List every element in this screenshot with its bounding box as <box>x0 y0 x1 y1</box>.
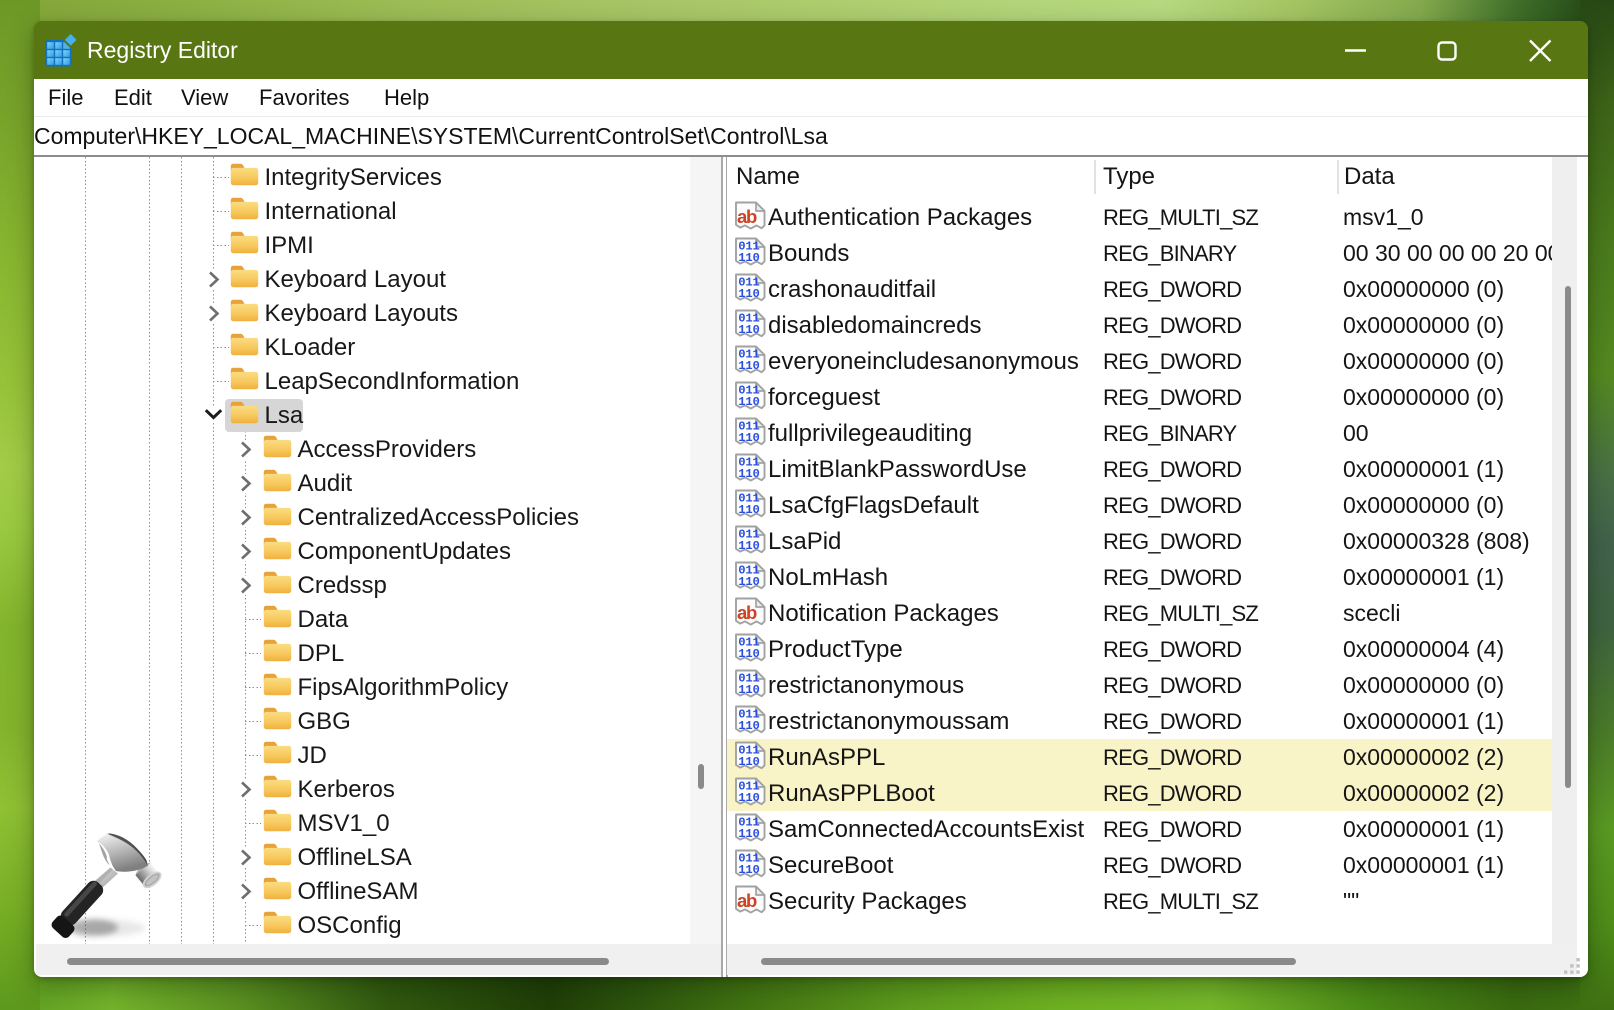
svg-text:110: 110 <box>738 323 759 337</box>
svg-text:ab: ab <box>737 890 757 911</box>
svg-text:110: 110 <box>738 539 759 553</box>
svg-text:110: 110 <box>738 287 759 301</box>
svg-text:110: 110 <box>738 359 759 373</box>
svg-text:110: 110 <box>738 575 759 589</box>
svg-text:110: 110 <box>738 251 759 265</box>
svg-text:110: 110 <box>738 395 759 409</box>
svg-text:110: 110 <box>738 791 759 805</box>
svg-text:110: 110 <box>738 863 759 877</box>
svg-text:110: 110 <box>738 755 759 769</box>
svg-text:110: 110 <box>738 431 759 445</box>
svg-text:110: 110 <box>738 719 759 733</box>
svg-text:ab: ab <box>737 602 757 623</box>
svg-text:110: 110 <box>738 683 759 697</box>
svg-text:110: 110 <box>738 647 759 661</box>
svg-text:110: 110 <box>738 827 759 841</box>
svg-text:ab: ab <box>737 206 757 227</box>
svg-text:110: 110 <box>738 503 759 517</box>
svg-text:110: 110 <box>738 467 759 481</box>
